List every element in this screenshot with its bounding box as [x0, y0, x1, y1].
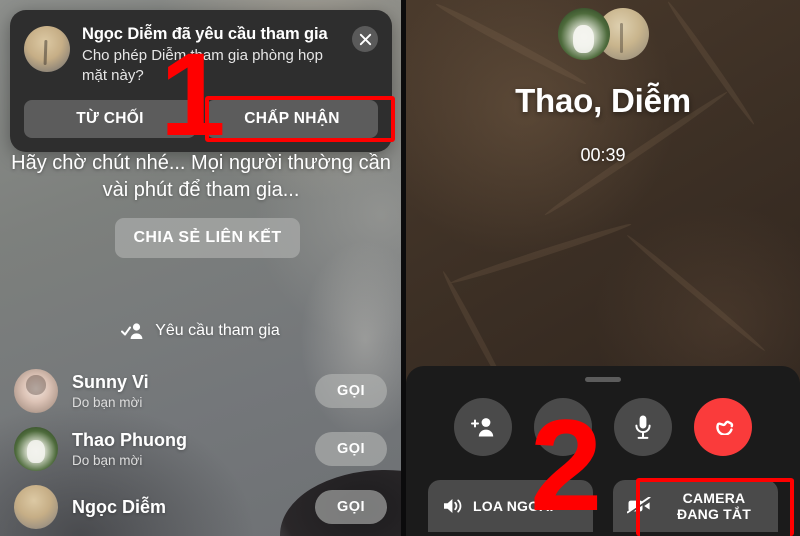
- add-participant-button[interactable]: [454, 398, 512, 456]
- dialog-subtitle: Cho phép Diễm tham gia phòng họp mặt này…: [82, 47, 323, 84]
- contact-name: Thao Phuong: [72, 429, 187, 450]
- avatar: [14, 369, 58, 413]
- camera-toggle-button[interactable]: CAMERA ĐANG TẮT: [613, 480, 778, 532]
- contact-meta: Sunny Vi Do bạn mời: [72, 371, 315, 412]
- call-button[interactable]: GỌI: [315, 490, 387, 524]
- call-duration: 00:39: [580, 145, 626, 165]
- contact-meta: Thao Phuong Do bạn mời: [72, 429, 315, 470]
- call-button[interactable]: GỌI: [315, 374, 387, 408]
- speaker-icon: [442, 497, 464, 515]
- page-title: Thao, Diễm: [515, 82, 691, 119]
- call-toggle-row: LOA NGOÀI CAMERA ĐANG TẮT: [406, 480, 800, 536]
- dialog-header: Ngọc Diễm đã yêu cầu tham gia Cho phép D…: [24, 24, 378, 86]
- share-link-button[interactable]: CHIA SẺ LIÊN KẾT: [115, 218, 300, 258]
- waiting-message: Hãy chờ chút nhé... Mọi người thường cần…: [11, 152, 391, 201]
- right-phone-panel: Thao, Diễm 00:39 LOA NGOÀI CAMERA ĐANG T…: [406, 0, 800, 536]
- microphone-icon: [633, 414, 653, 440]
- end-call-button[interactable]: [694, 398, 752, 456]
- table-row[interactable]: Ngọc Diễm GỌI: [0, 478, 401, 536]
- contact-name: Ngọc Diễm: [72, 497, 167, 517]
- contact-meta: Ngọc Diễm: [72, 496, 315, 518]
- person-check-icon: [121, 322, 145, 340]
- decline-button[interactable]: TỪ CHỐI: [24, 100, 196, 138]
- contact-status: Do bạn mời: [72, 394, 143, 410]
- speaker-button[interactable]: LOA NGOÀI: [428, 480, 593, 532]
- avatar: [14, 485, 58, 529]
- background-branch: [625, 232, 767, 354]
- join-request-dialog: Ngọc Diễm đã yêu cầu tham gia Cho phép D…: [10, 10, 392, 152]
- speaker-label: LOA NGOÀI: [473, 498, 554, 514]
- screenshot-root: Ngọc Diễm đã yêu cầu tham gia Cho phép D…: [0, 0, 800, 536]
- call-control-buttons: [406, 398, 800, 456]
- accept-button[interactable]: CHẤP NHẬN: [206, 100, 378, 138]
- camera-toggle-label: CAMERA ĐANG TẮT: [677, 490, 751, 522]
- join-request-section-header: Yêu cầu tham gia: [0, 322, 401, 340]
- contact-name: Sunny Vi: [72, 371, 149, 392]
- call-participant-avatars: [406, 8, 800, 60]
- add-person-icon: [470, 416, 496, 438]
- switch-camera-button[interactable]: [534, 398, 592, 456]
- left-phone-panel: Ngọc Diễm đã yêu cầu tham gia Cho phép D…: [0, 0, 401, 536]
- requester-avatar: [24, 26, 70, 72]
- dialog-text-block: Ngọc Diễm đã yêu cầu tham gia Cho phép D…: [82, 24, 344, 86]
- table-row[interactable]: Thao Phuong Do bạn mời GỌI: [0, 420, 401, 478]
- end-call-icon: [708, 419, 738, 435]
- join-request-section-label: Yêu cầu tham gia: [155, 322, 280, 339]
- drag-handle[interactable]: [585, 377, 621, 382]
- contact-status: Do bạn mời: [72, 452, 143, 468]
- avatar: [14, 427, 58, 471]
- microphone-button[interactable]: [614, 398, 672, 456]
- call-controls-sheet: LOA NGOÀI CAMERA ĐANG TẮT: [406, 366, 800, 536]
- background-branch: [449, 220, 633, 287]
- dialog-actions: TỪ CHỐI CHẤP NHẬN: [24, 100, 378, 138]
- close-icon[interactable]: [352, 26, 378, 52]
- contact-list: Sunny Vi Do bạn mời GỌI Thao Phuong Do b…: [0, 362, 401, 536]
- dialog-title: Ngọc Diễm đã yêu cầu tham gia: [82, 25, 328, 43]
- call-button[interactable]: GỌI: [315, 432, 387, 466]
- camera-off-icon: [627, 497, 651, 515]
- table-row[interactable]: Sunny Vi Do bạn mời GỌI: [0, 362, 401, 420]
- avatar: [557, 8, 610, 60]
- camera-icon: [550, 417, 576, 437]
